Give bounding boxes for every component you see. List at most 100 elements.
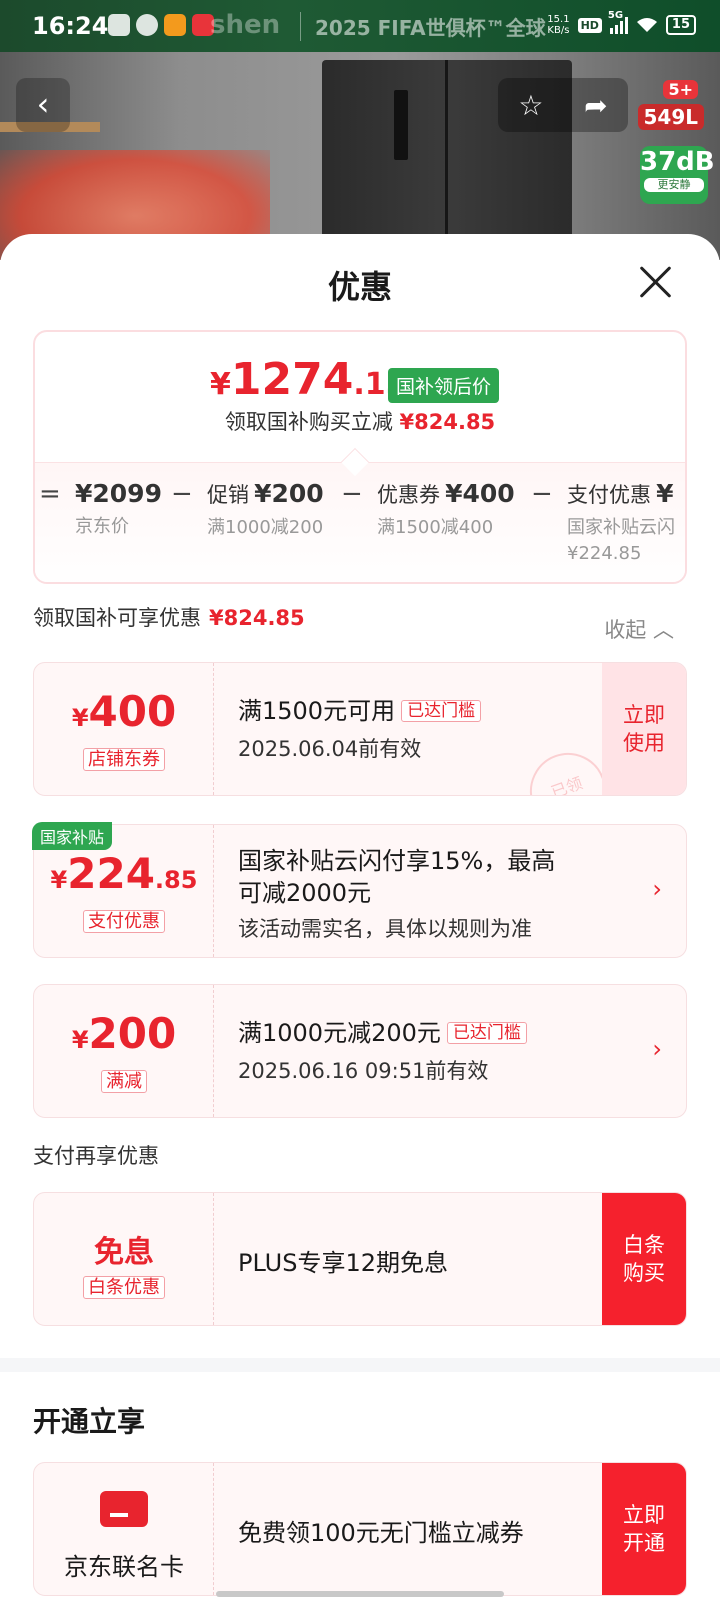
coupon-kind-label: 店铺东券 [83, 748, 165, 771]
coupon-kind: 满减 [34, 1067, 214, 1093]
breakdown-sub-amount: ¥224.85 [567, 543, 642, 564]
app-notification-icon [164, 14, 186, 36]
open-now-label: 立即开通 [623, 1503, 665, 1555]
breakdown-sub: 满1500减400 [377, 517, 494, 538]
currency-symbol: ¥ [50, 866, 68, 894]
hd-badge: HD [577, 17, 602, 33]
threshold-met-tag: 已达门槛 [401, 700, 482, 722]
coupon-title-line1: 国家补贴云闪付享15%，最高 [238, 847, 556, 875]
breakdown-label: 优惠券 [377, 483, 440, 507]
coupon-kind: 店铺东券 [34, 745, 214, 771]
coupon-kind: 支付优惠 [34, 907, 214, 933]
network-type: 5G [607, 10, 624, 21]
chevron-up-icon: ︿ [653, 618, 674, 642]
coupon-title-line2: 可减2000元 [238, 879, 372, 907]
status-time: 16:24 [32, 12, 109, 40]
coupon-amount-value: 224 [67, 849, 155, 898]
currency-symbol: ¥ [71, 1026, 89, 1054]
breakdown-label: 促销 [207, 483, 249, 507]
star-icon[interactable]: ☆ [518, 89, 543, 122]
breakdown-amount: ¥400 [445, 479, 515, 508]
status-indicators: 15.1 KB/s HD 5G 15 [547, 10, 696, 36]
open-now-button[interactable]: 立即开通 [602, 1463, 686, 1595]
national-subsidy-label: 领取国补可享优惠 ¥824.85 [33, 602, 305, 632]
coupon-amount-value: 400 [88, 687, 177, 736]
open-section-title: 开通立享 [33, 1405, 146, 1438]
operator-minus: − [531, 479, 553, 509]
final-price-integer: 1274 [230, 354, 354, 405]
coupon-title: PLUS专享12期免息 [238, 1249, 448, 1277]
coupon-amount: 免息 [94, 1235, 154, 1270]
coupon-title: 满1500元可用 已达门槛 [238, 691, 482, 726]
national-subsidy-text: 领取国补可享优惠 [33, 606, 201, 630]
app-notification-icon [108, 14, 130, 36]
collapse-label: 收起 [604, 618, 647, 642]
collapse-toggle[interactable]: 收起 ︿ [604, 614, 674, 644]
noise-value: 37dB [640, 147, 715, 177]
wifi-icon [636, 18, 657, 32]
breakdown-amount: ¥ [656, 479, 674, 508]
currency-symbol: ¥ [71, 704, 89, 732]
top-action-group: ☆ ➦ [498, 78, 628, 132]
currency-symbol: ¥ [210, 367, 231, 402]
operator-equals: = [39, 479, 61, 509]
coupon-amount: ¥400 [34, 687, 214, 736]
coupon-co-branded-card[interactable]: 京东联名卡 免费领100元无门槛立减券 立即开通 [33, 1462, 687, 1596]
use-now-button[interactable]: 立即使用 [602, 663, 686, 795]
price-breakdown[interactable]: = ¥2099 京东价 − 促销 ¥200 满1000减200 − 优惠券 ¥4… [35, 462, 685, 582]
price-summary-card: ¥1274.15 国补领后价 领取国补购买立减 ¥824.85 = ¥2099 … [33, 330, 687, 584]
card-name: 京东联名卡 [64, 1553, 184, 1581]
image-count-badge: 5+ [663, 80, 698, 99]
share-icon[interactable]: ➦ [584, 89, 607, 122]
coupon-amount: ¥224.85 [34, 849, 214, 898]
net-speed-unit: KB/s [547, 25, 570, 36]
coupon-kind: 白条优惠 [34, 1273, 214, 1299]
app-notification-icon [136, 14, 158, 36]
threshold-met-tag: 已达门槛 [446, 1022, 527, 1044]
operator-minus: − [341, 479, 363, 509]
breakdown-amount: ¥2099 [75, 479, 162, 508]
chevron-right-icon[interactable]: › [652, 1035, 662, 1063]
pay-section-label: 支付再享优惠 [33, 1144, 159, 1168]
battery-level: 15 [671, 17, 690, 32]
breakdown-item-coupon: − 优惠券 ¥400 满1500减400 [341, 479, 515, 539]
final-price-tag: 国补领后价 [388, 368, 500, 403]
breakdown-amount: ¥200 [254, 479, 324, 508]
final-price: ¥1274.15 [210, 354, 407, 405]
coupon-amount: ¥200 [34, 1009, 214, 1058]
coupon-kind-label: 满减 [101, 1070, 147, 1093]
coupon-rule: 该活动需实名，具体以规则为准 [238, 917, 532, 941]
signal-icon: 5G [608, 10, 628, 34]
status-banner-text: 2025 FIFA世俱杯™全球 [300, 12, 546, 41]
coupon-title: 免费领100元无门槛立减券 [238, 1519, 524, 1547]
final-price-area: ¥1274.15 国补领后价 领取国补购买立减 ¥824.85 [35, 332, 685, 460]
coupon-full-reduction[interactable]: ¥200 满减 满1000元减200元 已达门槛 2025.06.16 09:51… [33, 984, 687, 1118]
coupon-store[interactable]: ¥400 店铺东券 满1500元可用 已达门槛 2025.06.04前有效 已领 … [33, 662, 687, 796]
use-now-label: 立即使用 [623, 703, 665, 755]
noise-badge: 37dB 更安静 [640, 146, 715, 204]
home-indicator[interactable] [216, 1591, 504, 1597]
baitiao-buy-label: 白条购买 [623, 1233, 665, 1285]
capacity-badge: 549L [637, 104, 704, 130]
coupon-kind-label: 白条优惠 [83, 1276, 165, 1299]
coupon-title-text: 满1000元减200元 [238, 1019, 441, 1047]
coupon-validity: 2025.06.04前有效 [238, 737, 422, 761]
net-speed: 15.1 KB/s [547, 14, 569, 36]
section-divider [0, 1358, 720, 1372]
breakdown-label: 支付优惠 [567, 483, 651, 507]
breakdown-item-promo: − 促销 ¥200 满1000减200 [171, 479, 324, 539]
close-icon[interactable] [638, 264, 674, 300]
coupon-payment[interactable]: ¥224.85 支付优惠 国家补贴云闪付享15%，最高 可减2000元 该活动需… [33, 824, 687, 958]
banner-ghost-text: shen [210, 10, 281, 40]
national-subsidy-amount: ¥824.85 [209, 606, 305, 630]
coupon-amount-decimal: .85 [154, 866, 198, 894]
baitiao-buy-button[interactable]: 白条购买 [602, 1193, 686, 1325]
battery-icon: 15 [665, 15, 696, 35]
subsidy-line: 领取国补购买立减 ¥824.85 [35, 406, 685, 436]
coupon-interest-free[interactable]: 免息 白条优惠 PLUS专享12期免息 白条购买 [33, 1192, 687, 1326]
coupon-amount-area: 京东联名卡 [34, 1463, 214, 1595]
coupon-title: 满1000元减200元 已达门槛 [238, 1013, 527, 1048]
sheet-title: 优惠 [327, 268, 392, 306]
back-button[interactable]: ‹ [16, 78, 70, 132]
chevron-right-icon[interactable]: › [652, 875, 662, 903]
